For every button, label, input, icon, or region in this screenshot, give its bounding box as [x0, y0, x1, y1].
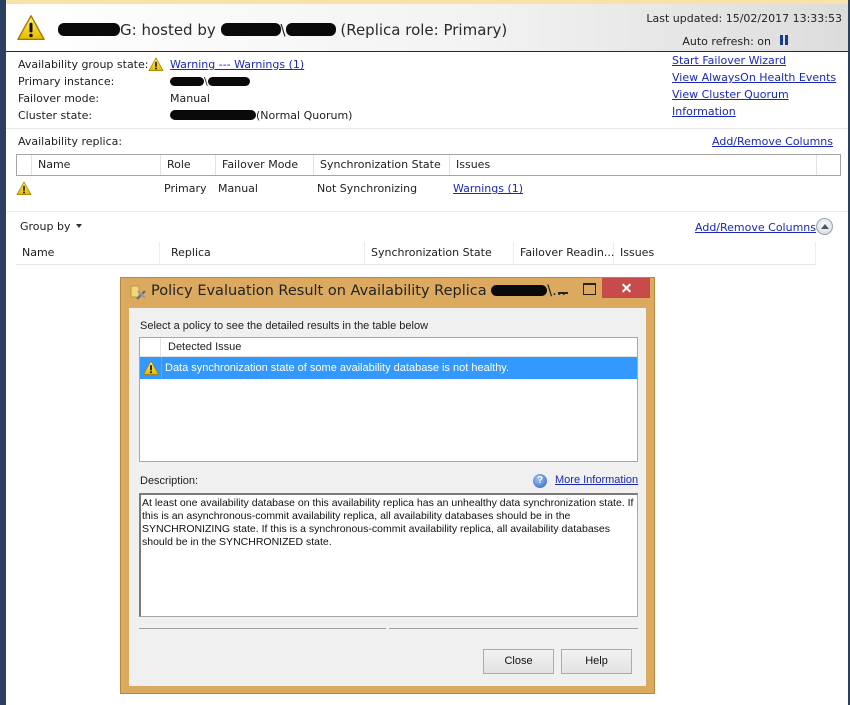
failover-mode-value: Manual: [170, 92, 210, 105]
dialog-title: Policy Evaluation Result on Availability…: [151, 283, 566, 299]
replica-sync-state: Not Synchronizing: [317, 182, 418, 195]
instruction-text: Select a policy to see the detailed resu…: [140, 320, 429, 332]
description-textbox[interactable]: At least one availability database on th…: [139, 493, 638, 617]
table-row[interactable]: Primary Manual Not Synchronizing Warning…: [16, 180, 841, 198]
dashboard-header: G: hosted by \ (Replica role: Primary) L…: [6, 4, 848, 52]
column-header-issues[interactable]: Issues: [450, 155, 817, 175]
column-header-detected-issue[interactable]: Detected Issue: [168, 341, 241, 353]
window-left-border: [0, 0, 6, 705]
warning-icon: [143, 360, 159, 376]
start-failover-wizard-link[interactable]: Start Failover Wizard: [672, 54, 786, 67]
help-button[interactable]: Help: [561, 649, 632, 674]
group-by-dropdown[interactable]: Group by: [20, 220, 83, 233]
description-label: Description:: [140, 475, 199, 487]
redacted-ag-name: [58, 23, 120, 36]
policy-evaluation-dialog: Policy Evaluation Result on Availability…: [120, 277, 655, 694]
help-question-icon[interactable]: ?: [533, 474, 547, 488]
replica-failover-mode: Manual: [218, 182, 258, 195]
pause-icon[interactable]: [780, 35, 788, 45]
column-header-role[interactable]: Role: [161, 155, 216, 175]
primary-instance-value: \: [170, 73, 250, 90]
redacted-instance: [285, 23, 336, 36]
maximize-button[interactable]: [576, 279, 602, 299]
ag-state-link[interactable]: Warning --- Warnings (1): [170, 56, 304, 73]
database-add-remove-columns-link[interactable]: Add/Remove Columns: [695, 221, 816, 234]
list-item[interactable]: Data synchronization state of some avail…: [140, 357, 637, 379]
close-window-button[interactable]: [602, 278, 650, 298]
redacted-host: [220, 23, 281, 36]
grid-icon-column: [17, 155, 32, 175]
more-information-link[interactable]: More Information: [555, 474, 638, 486]
database-grid-header: Name Replica Synchronization State Failo…: [16, 242, 816, 265]
column-header-sync-state[interactable]: Synchronization State: [314, 155, 450, 175]
column-header-issues[interactable]: Issues: [614, 242, 816, 264]
list-header: Detected Issue: [140, 338, 637, 357]
warning-triangle-icon: [16, 14, 46, 42]
action-links: Start Failover Wizard View AlwaysOn Heal…: [672, 52, 850, 118]
column-header-replica[interactable]: Replica: [165, 242, 365, 264]
dialog-client-area: Select a policy to see the detailed resu…: [129, 308, 646, 686]
view-health-events-link[interactable]: View AlwaysOn Health Events: [672, 71, 836, 84]
warning-icon: [148, 57, 164, 72]
replica-issues-link[interactable]: Warnings (1): [453, 180, 523, 198]
close-button[interactable]: Close: [483, 649, 554, 674]
column-header-name[interactable]: Name: [16, 242, 160, 264]
column-header-sync-state[interactable]: Synchronization State: [365, 242, 514, 264]
caret-down-icon: [76, 224, 83, 228]
cluster-state-value: (Normal Quorum): [170, 107, 352, 124]
replica-role: Primary: [164, 182, 207, 195]
collapse-up-icon[interactable]: [816, 218, 833, 235]
policy-tool-icon: [130, 285, 146, 300]
auto-refresh-text: Auto refresh: on: [682, 35, 771, 48]
column-header-failover-mode[interactable]: Failover Mode: [216, 155, 314, 175]
column-header-failover-readiness[interactable]: Failover Readin...: [514, 242, 614, 264]
divider: [6, 128, 848, 129]
minimize-button[interactable]: [550, 279, 576, 299]
detected-issue-list: Detected Issue Data synchronization stat…: [139, 337, 638, 462]
dashboard-title: G: hosted by \ (Replica role: Primary): [58, 21, 507, 39]
last-updated-text: Last updated: 15/02/2017 13:33:53: [646, 12, 842, 25]
divider: [6, 211, 848, 212]
availability-replica-label: Availability replica:: [18, 135, 123, 148]
splitter[interactable]: [139, 627, 638, 630]
replica-grid-header: Name Role Failover Mode Synchronization …: [16, 154, 841, 176]
view-quorum-info-link[interactable]: View Cluster Quorum Information: [672, 88, 789, 118]
column-header-name[interactable]: Name: [32, 155, 161, 175]
replica-add-remove-columns-link[interactable]: Add/Remove Columns: [712, 135, 833, 148]
warning-icon: [16, 181, 32, 196]
